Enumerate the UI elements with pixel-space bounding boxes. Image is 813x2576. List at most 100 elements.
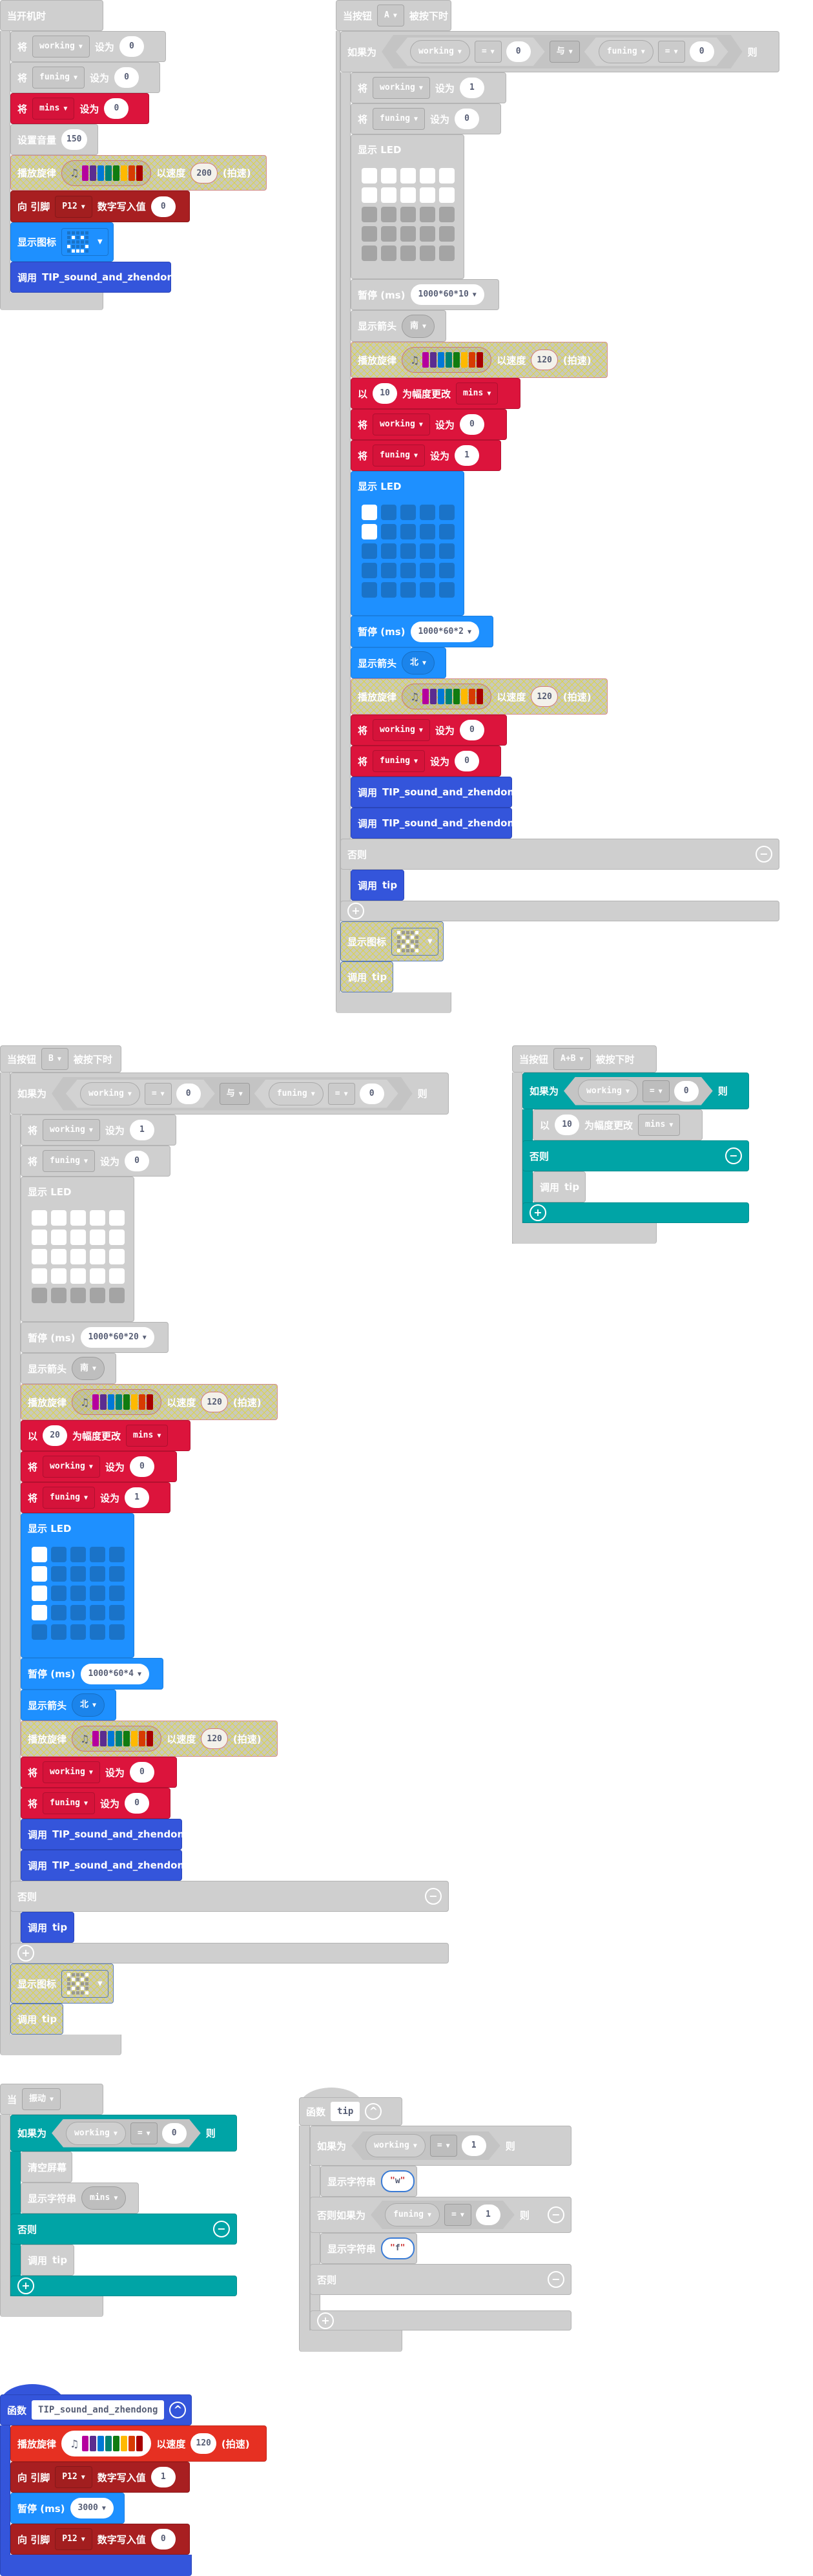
led-cell[interactable] xyxy=(381,207,396,222)
led-cell[interactable] xyxy=(420,563,435,578)
led-cell[interactable] xyxy=(51,1210,67,1226)
set-variable-block[interactable]: 将 funing ▼ 设为 0 xyxy=(351,746,501,777)
led-cell[interactable] xyxy=(400,226,416,242)
play-melody-block[interactable]: 播放旋律 ♫ 以速度 120 (拍速) xyxy=(351,342,608,378)
reporter-dropdown[interactable]: 南 ▼ xyxy=(72,1357,105,1380)
led-cell[interactable] xyxy=(51,1624,67,1640)
icon-picker[interactable]: ▼ xyxy=(61,228,108,256)
else-clause[interactable]: 否则 − xyxy=(522,1140,749,1171)
pause-block[interactable]: 暂停 (ms) 1000*60*4 ▼ xyxy=(21,1658,163,1690)
number-input[interactable]: 0 xyxy=(674,1081,699,1102)
play-melody-block[interactable]: 播放旋律 ♫ 以速度 120 (拍速) xyxy=(351,678,608,715)
dropdown[interactable]: funing ▼ xyxy=(373,108,426,130)
set-variable-block[interactable]: 将 funing ▼ 设为 1 xyxy=(351,440,501,471)
number-input[interactable]: 0 xyxy=(176,1084,201,1104)
on-gesture-header[interactable]: 当 振动 ▼ xyxy=(0,2084,103,2115)
melody-picker[interactable]: ♫ xyxy=(402,684,492,709)
led-cell[interactable] xyxy=(109,1249,125,1264)
led-cell[interactable] xyxy=(362,207,377,222)
else-clause[interactable]: 否则 − xyxy=(10,2214,237,2245)
led-cell[interactable] xyxy=(51,1605,67,1620)
dropdown[interactable]: = ▼ xyxy=(430,2135,457,2157)
led-cell[interactable] xyxy=(362,168,377,183)
number-input[interactable]: 0 xyxy=(455,751,480,771)
led-cell[interactable] xyxy=(362,505,377,520)
pause-block[interactable]: 暂停 (ms) 1000*60*2 ▼ xyxy=(351,616,493,647)
show-string-block[interactable]: 显示字符串 "w" xyxy=(320,2166,417,2197)
led-cell[interactable] xyxy=(51,1566,67,1582)
led-cell[interactable] xyxy=(32,1210,47,1226)
led-cell[interactable] xyxy=(439,246,455,261)
set-variable-block[interactable]: 将 working ▼ 设为 0 xyxy=(21,1451,177,1482)
if-block[interactable]: 如果为 working ▼ = ▼ 0 则 xyxy=(522,1073,749,1109)
dropdown[interactable]: = ▼ xyxy=(475,41,502,63)
on-button-pressed-header[interactable]: 当按钮 A+B ▼ 被按下时 xyxy=(512,1045,657,1073)
number-input[interactable]: 1 xyxy=(476,2204,500,2225)
set-variable-block[interactable]: 将 mins ▼ 设为 0 xyxy=(10,93,149,124)
led-cell[interactable] xyxy=(381,582,396,598)
show-leds-block[interactable]: 显示 LED xyxy=(21,1177,134,1322)
digital-write-pin-block[interactable]: 向 引脚 P12 ▼ 数字写入值 0 xyxy=(10,191,190,222)
led-cell[interactable] xyxy=(362,187,377,203)
dropdown[interactable]: A+B ▼ xyxy=(553,1048,591,1070)
led-cell[interactable] xyxy=(439,207,455,222)
led-cell[interactable] xyxy=(362,524,377,539)
call-function-block[interactable]: 调用 tip xyxy=(533,1171,586,1202)
number-input[interactable]: 0 xyxy=(150,196,176,217)
led-cell[interactable] xyxy=(70,1566,86,1582)
led-cell[interactable] xyxy=(51,1586,67,1601)
dropdown[interactable]: = ▼ xyxy=(444,2204,471,2226)
led-cell[interactable] xyxy=(32,1547,47,1562)
change-variable-block[interactable]: 以 10 为幅度更改 mins ▼ xyxy=(533,1109,703,1140)
number-input[interactable]: 0 xyxy=(459,414,484,435)
number-input[interactable]: 0 xyxy=(690,41,714,62)
set-variable-block[interactable]: 将 working ▼ 设为 0 xyxy=(351,715,507,746)
led-cell[interactable] xyxy=(381,246,396,261)
digital-write-pin-block[interactable]: 向 引脚 P12 ▼ 数字写入值 1 xyxy=(10,2462,190,2493)
plus-icon[interactable]: + xyxy=(347,903,364,919)
led-cell[interactable] xyxy=(70,1624,86,1640)
number-input[interactable]: 0 xyxy=(104,98,129,119)
led-cell[interactable] xyxy=(439,187,455,203)
minus-icon[interactable]: − xyxy=(725,1147,742,1164)
call-function-block[interactable]: 调用 TIP_sound_and_zhendong xyxy=(21,1819,191,1850)
minus-icon[interactable]: − xyxy=(213,2221,230,2237)
melody-picker[interactable]: ♫ xyxy=(72,1389,162,1415)
led-cell[interactable] xyxy=(109,1288,125,1303)
number-input[interactable]: 120 xyxy=(190,2433,216,2454)
led-cell[interactable] xyxy=(90,1624,105,1640)
set-variable-block[interactable]: 将 working ▼ 设为 0 xyxy=(10,31,166,62)
led-cell[interactable] xyxy=(400,543,416,559)
set-variable-block[interactable]: 将 funing ▼ 设为 0 xyxy=(10,62,160,93)
led-cell[interactable] xyxy=(32,1566,47,1582)
duration-dropdown[interactable]: 1000*60*4 ▼ xyxy=(80,1663,149,1684)
dropdown[interactable]: = ▼ xyxy=(658,41,685,63)
led-cell[interactable] xyxy=(90,1288,105,1303)
call-function-block[interactable]: 调用 tip xyxy=(10,2004,63,2035)
dropdown[interactable]: working ▼ xyxy=(43,1456,100,1478)
number-input[interactable]: 1 xyxy=(129,1120,154,1140)
led-cell[interactable] xyxy=(70,1210,86,1226)
dropdown[interactable]: funing ▼ xyxy=(43,1487,96,1509)
led-cell[interactable] xyxy=(109,1230,125,1245)
duration-dropdown[interactable]: 1000*60*2 ▼ xyxy=(410,621,479,642)
number-input[interactable]: 1 xyxy=(459,78,484,98)
led-cell[interactable] xyxy=(51,1288,67,1303)
number-input[interactable]: 0 xyxy=(119,36,144,57)
led-cell[interactable] xyxy=(400,168,416,183)
dropdown[interactable]: funing ▼ xyxy=(43,1150,96,1172)
show-string-block[interactable]: 显示字符串 mins ▼ xyxy=(21,2183,139,2214)
duration-dropdown[interactable]: 1000*60*20 ▼ xyxy=(80,1327,154,1348)
led-cell[interactable] xyxy=(381,563,396,578)
else-clause[interactable]: 否则 − xyxy=(310,2264,571,2295)
plus-icon[interactable]: + xyxy=(530,1204,546,1221)
led-cell[interactable] xyxy=(109,1268,125,1284)
reporter-dropdown[interactable]: working ▼ xyxy=(365,2134,426,2157)
led-cell[interactable] xyxy=(90,1566,105,1582)
call-function-block[interactable]: 调用 tip xyxy=(21,2245,74,2276)
add-branch-bar[interactable]: + xyxy=(340,901,779,921)
number-input[interactable]: 120 xyxy=(201,1728,228,1749)
number-input[interactable]: 10 xyxy=(373,383,398,404)
dropdown[interactable]: working ▼ xyxy=(373,719,430,741)
led-cell[interactable] xyxy=(70,1249,86,1264)
